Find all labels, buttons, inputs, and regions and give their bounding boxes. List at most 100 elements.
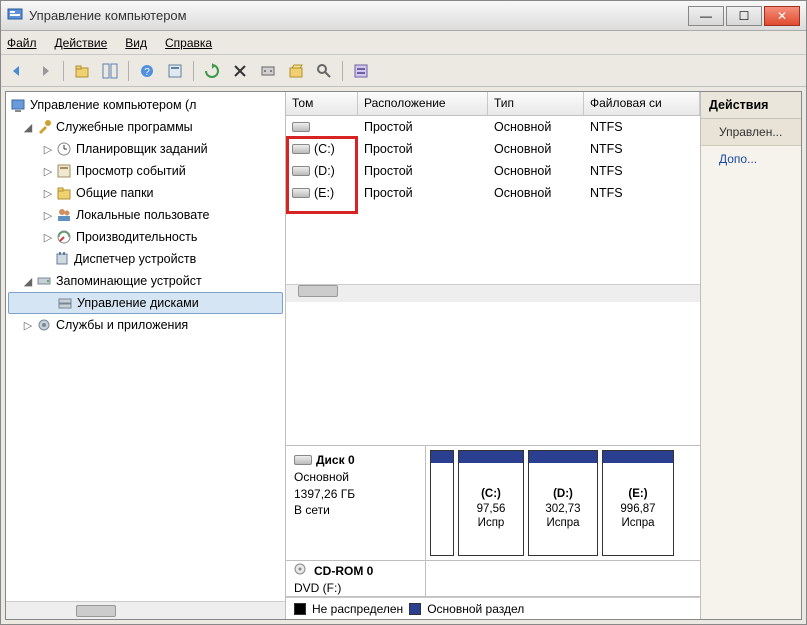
col-layout[interactable]: Расположение <box>358 92 488 115</box>
expand-icon[interactable]: ▷ <box>22 319 34 332</box>
expand-icon[interactable]: ▷ <box>42 231 54 244</box>
disk-icon <box>294 455 312 465</box>
tree-disk-management[interactable]: Управление дисками <box>8 292 283 314</box>
menu-view[interactable]: Вид <box>125 36 147 50</box>
partition-system[interactable] <box>430 450 454 556</box>
volume-icon <box>292 188 310 198</box>
partition-c[interactable]: (C:)97,56Испр <box>458 450 524 556</box>
legend: Не распределен Основной раздел <box>286 597 700 619</box>
tree-performance-label: Производительность <box>76 230 197 244</box>
actions-header: Действия <box>701 92 801 119</box>
tree-performance[interactable]: ▷ Производительность <box>6 226 285 248</box>
tree-hscrollbar[interactable] <box>6 601 285 619</box>
tree-shared-folders-label: Общие папки <box>76 186 154 200</box>
titlebar[interactable]: Управление компьютером — ☐ ✕ <box>1 1 806 31</box>
forward-button[interactable] <box>33 59 57 83</box>
menu-action[interactable]: Действие <box>55 36 108 50</box>
tree-task-scheduler[interactable]: ▷ Планировщик заданий <box>6 138 285 160</box>
tree-local-users[interactable]: ▷ Локальные пользовате <box>6 204 285 226</box>
cdrom-row[interactable]: CD-ROM 0 DVD (F:) <box>286 561 700 597</box>
cdrom-icon <box>294 563 310 580</box>
tree-device-manager-label: Диспетчер устройств <box>74 252 196 266</box>
volume-icon <box>292 166 310 176</box>
tree-device-manager[interactable]: Диспетчер устройств <box>6 248 285 270</box>
settings-icon[interactable] <box>256 59 280 83</box>
tools-icon <box>36 119 52 135</box>
actions-pane: Действия Управлен... Допо... <box>701 92 801 619</box>
tree: Управление компьютером (л ◢ Служебные пр… <box>6 92 285 601</box>
tree-storage[interactable]: ◢ Запоминающие устройст <box>6 270 285 292</box>
tree-root-label: Управление компьютером (л <box>30 98 196 112</box>
action-icon[interactable] <box>349 59 373 83</box>
tree-shared-folders[interactable]: ▷ Общие папки <box>6 182 285 204</box>
storage-icon <box>36 273 52 289</box>
refresh-button[interactable] <box>200 59 224 83</box>
help-button[interactable]: ? <box>135 59 159 83</box>
volume-grid-header: Том Расположение Тип Файловая си <box>286 92 700 116</box>
window-frame: Управление компьютером — ☐ ✕ Файл Действ… <box>0 0 807 625</box>
tree-system-tools[interactable]: ◢ Служебные программы <box>6 116 285 138</box>
event-icon <box>56 163 72 179</box>
expand-icon[interactable]: ▷ <box>42 209 54 222</box>
disk-mgmt-icon <box>57 295 73 311</box>
partition-e[interactable]: (E:)996,87Испра <box>602 450 674 556</box>
expand-icon[interactable]: ▷ <box>42 165 54 178</box>
tree-storage-label: Запоминающие устройст <box>56 274 202 288</box>
volume-row[interactable]: Простой Основной NTFS <box>286 116 700 138</box>
back-button[interactable] <box>5 59 29 83</box>
legend-unallocated-icon <box>294 603 306 615</box>
body-panel: Управление компьютером (л ◢ Служебные пр… <box>5 91 802 620</box>
volume-row[interactable]: (C:) Простой Основной NTFS <box>286 138 700 160</box>
legend-unallocated-label: Не распределен <box>312 602 403 616</box>
expand-icon[interactable]: ▷ <box>42 143 54 156</box>
tree-services-label: Службы и приложения <box>56 318 188 332</box>
volume-row[interactable]: (E:) Простой Основной NTFS <box>286 182 700 204</box>
partition-d[interactable]: (D:)302,73Испра <box>528 450 598 556</box>
content-pane: Том Расположение Тип Файловая си Простой… <box>286 92 701 619</box>
disk-0-partitions: (C:)97,56Испр (D:)302,73Испра (E:)996,87… <box>426 446 700 560</box>
folder-icon <box>56 185 72 201</box>
device-icon <box>54 251 70 267</box>
actions-item-management[interactable]: Управлен... <box>701 119 801 146</box>
svg-text:?: ? <box>144 67 150 78</box>
minimize-button[interactable]: — <box>688 6 724 26</box>
collapse-icon[interactable]: ◢ <box>22 275 34 288</box>
disk-0-row[interactable]: Диск 0 Основной 1397,26 ГБ В сети (C:)97… <box>286 446 700 561</box>
app-icon <box>7 6 23 25</box>
col-filesystem[interactable]: Файловая си <box>584 92 700 115</box>
show-tree-button[interactable] <box>98 59 122 83</box>
expand-icon[interactable]: ▷ <box>42 187 54 200</box>
tree-pane: Управление компьютером (л ◢ Служебные пр… <box>6 92 286 619</box>
tree-disk-management-label: Управление дисками <box>77 296 199 310</box>
delete-button[interactable] <box>228 59 252 83</box>
properties-button[interactable] <box>163 59 187 83</box>
services-icon <box>36 317 52 333</box>
legend-primary-label: Основной раздел <box>427 602 524 616</box>
volume-row[interactable]: (D:) Простой Основной NTFS <box>286 160 700 182</box>
window-title: Управление компьютером <box>29 8 688 23</box>
tree-services[interactable]: ▷ Службы и приложения <box>6 314 285 336</box>
actions-item-more[interactable]: Допо... <box>701 146 801 172</box>
tree-task-scheduler-label: Планировщик заданий <box>76 142 208 156</box>
cdrom-info: CD-ROM 0 DVD (F:) <box>286 561 426 596</box>
up-button[interactable] <box>70 59 94 83</box>
users-icon <box>56 207 72 223</box>
tree-root[interactable]: Управление компьютером (л <box>6 94 285 116</box>
close-button[interactable]: ✕ <box>764 6 800 26</box>
grid-hscrollbar[interactable] <box>286 284 700 302</box>
tree-system-tools-label: Служебные программы <box>56 120 193 134</box>
col-volume[interactable]: Том <box>286 92 358 115</box>
collapse-icon[interactable]: ◢ <box>22 121 34 134</box>
menu-help[interactable]: Справка <box>165 36 212 50</box>
volume-icon <box>292 122 310 132</box>
open-icon[interactable] <box>284 59 308 83</box>
toolbar: ? <box>1 55 806 87</box>
computer-icon <box>10 97 26 113</box>
tree-event-viewer[interactable]: ▷ Просмотр событий <box>6 160 285 182</box>
clock-icon <box>56 141 72 157</box>
menu-file[interactable]: Файл <box>7 36 37 50</box>
col-type[interactable]: Тип <box>488 92 584 115</box>
find-icon[interactable] <box>312 59 336 83</box>
volume-icon <box>292 144 310 154</box>
maximize-button[interactable]: ☐ <box>726 6 762 26</box>
